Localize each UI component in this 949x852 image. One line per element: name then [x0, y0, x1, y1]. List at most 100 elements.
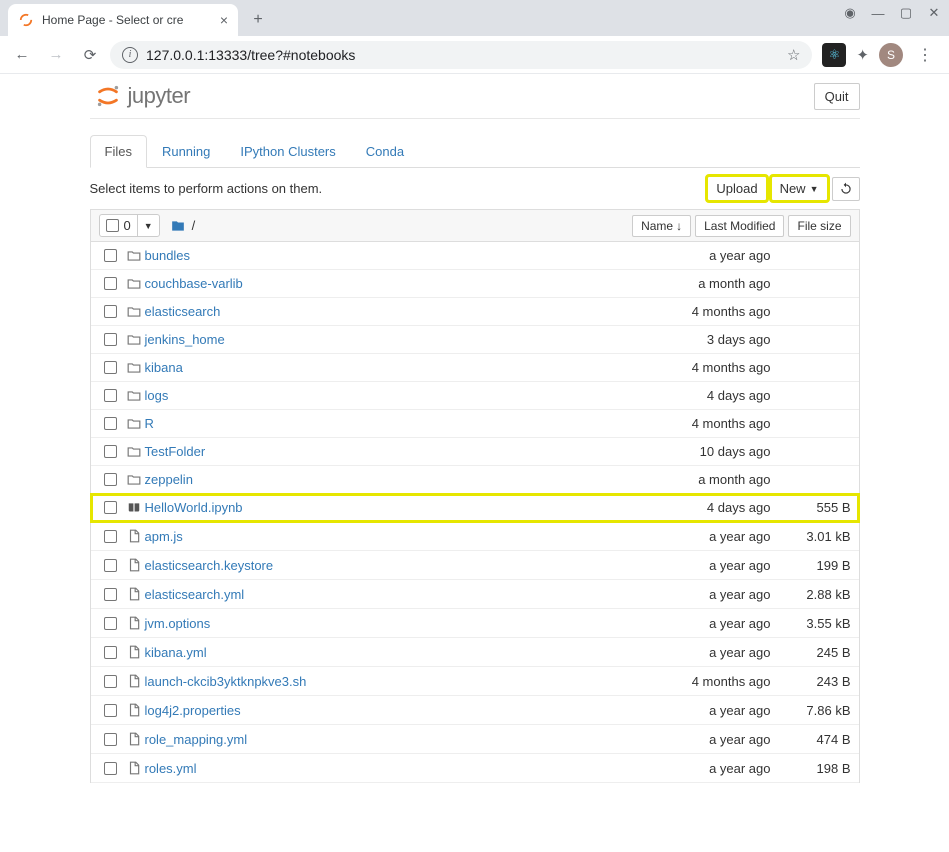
- close-icon[interactable]: ×: [220, 12, 228, 28]
- row-checkbox[interactable]: [99, 389, 123, 402]
- item-modified: 4 months ago: [631, 674, 781, 689]
- back-button[interactable]: ←: [8, 41, 36, 69]
- site-info-icon[interactable]: i: [122, 47, 138, 63]
- list-item: log4j2.propertiesa year ago7.86 kB: [91, 696, 859, 725]
- extensions-icon[interactable]: ✦: [856, 46, 869, 64]
- row-checkbox[interactable]: [99, 704, 123, 717]
- item-link[interactable]: roles.yml: [145, 761, 631, 776]
- list-item: zeppelina month ago: [91, 466, 859, 494]
- close-window-icon[interactable]: ✕: [927, 6, 941, 20]
- chevron-down-icon: ▼: [810, 184, 819, 194]
- item-link[interactable]: jvm.options: [145, 616, 631, 631]
- row-checkbox[interactable]: [99, 249, 123, 262]
- react-devtools-icon[interactable]: ⚛: [822, 43, 846, 67]
- select-all-checkbox[interactable]: 0: [100, 215, 137, 236]
- sort-modified-button[interactable]: Last Modified: [695, 215, 784, 237]
- list-item: logs4 days ago: [91, 382, 859, 410]
- list-header: 0 ▼ / Name ↓ Last Modified File size: [90, 209, 860, 242]
- new-button[interactable]: New▼: [771, 176, 828, 201]
- browser-tab[interactable]: Home Page - Select or cre ×: [8, 4, 238, 36]
- select-dropdown[interactable]: ▼: [137, 215, 159, 236]
- row-checkbox[interactable]: [99, 361, 123, 374]
- item-modified: a year ago: [631, 558, 781, 573]
- jupyter-logo[interactable]: jupyter: [94, 82, 191, 110]
- folder-icon: [123, 249, 145, 263]
- tab-conda[interactable]: Conda: [351, 135, 419, 168]
- row-checkbox[interactable]: [99, 646, 123, 659]
- item-link[interactable]: apm.js: [145, 529, 631, 544]
- sort-size-button[interactable]: File size: [788, 215, 850, 237]
- item-link[interactable]: kibana: [145, 360, 631, 375]
- url-input[interactable]: i 127.0.0.1:13333/tree?#notebooks ☆: [110, 41, 812, 69]
- folder-icon: [123, 333, 145, 347]
- minimize-icon[interactable]: —: [871, 6, 885, 20]
- item-link[interactable]: HelloWorld.ipynb: [145, 500, 631, 515]
- list-item: elasticsearch4 months ago: [91, 298, 859, 326]
- row-checkbox[interactable]: [99, 445, 123, 458]
- folder-icon: [123, 277, 145, 291]
- row-checkbox[interactable]: [99, 733, 123, 746]
- reload-button[interactable]: ⟳: [76, 41, 104, 69]
- item-link[interactable]: kibana.yml: [145, 645, 631, 660]
- item-link[interactable]: jenkins_home: [145, 332, 631, 347]
- row-checkbox[interactable]: [99, 559, 123, 572]
- item-link[interactable]: elasticsearch: [145, 304, 631, 319]
- breadcrumb-root: /: [192, 218, 196, 233]
- list-item: elasticsearch.ymla year ago2.88 kB: [91, 580, 859, 609]
- row-checkbox[interactable]: [99, 473, 123, 486]
- file-icon: [123, 557, 145, 573]
- item-link[interactable]: log4j2.properties: [145, 703, 631, 718]
- selected-count: 0: [124, 218, 131, 233]
- bookmark-icon[interactable]: ☆: [787, 46, 800, 64]
- row-checkbox[interactable]: [99, 305, 123, 318]
- item-link[interactable]: R: [145, 416, 631, 431]
- instructions-text: Select items to perform actions on them.: [90, 181, 323, 196]
- item-modified: 4 days ago: [631, 388, 781, 403]
- sort-name-button[interactable]: Name ↓: [632, 215, 691, 237]
- list-item: launch-ckcib3yktknpkve3.sh4 months ago24…: [91, 667, 859, 696]
- list-item: TestFolder10 days ago: [91, 438, 859, 466]
- row-checkbox[interactable]: [99, 530, 123, 543]
- quit-button[interactable]: Quit: [814, 83, 860, 110]
- maximize-icon[interactable]: ▢: [899, 6, 913, 20]
- breadcrumb[interactable]: /: [170, 218, 196, 233]
- row-checkbox[interactable]: [99, 501, 123, 514]
- row-checkbox[interactable]: [99, 588, 123, 601]
- jupyter-logo-icon: [94, 82, 122, 110]
- list-item: apm.jsa year ago3.01 kB: [91, 522, 859, 551]
- item-link[interactable]: elasticsearch.keystore: [145, 558, 631, 573]
- item-link[interactable]: TestFolder: [145, 444, 631, 459]
- list-item: role_mapping.ymla year ago474 B: [91, 725, 859, 754]
- item-size: 474 B: [781, 732, 851, 747]
- new-tab-button[interactable]: +: [244, 6, 272, 34]
- item-link[interactable]: zeppelin: [145, 472, 631, 487]
- refresh-button[interactable]: [832, 177, 860, 201]
- profile-avatar[interactable]: S: [879, 43, 903, 67]
- folder-icon: [123, 389, 145, 403]
- tab-running[interactable]: Running: [147, 135, 225, 168]
- row-checkbox[interactable]: [99, 333, 123, 346]
- item-link[interactable]: launch-ckcib3yktknpkve3.sh: [145, 674, 631, 689]
- item-link[interactable]: bundles: [145, 248, 631, 263]
- chrome-menu-icon[interactable]: ⋮: [913, 45, 937, 65]
- file-icon: [123, 528, 145, 544]
- row-checkbox[interactable]: [99, 617, 123, 630]
- item-modified: 3 days ago: [631, 332, 781, 347]
- row-checkbox[interactable]: [99, 762, 123, 775]
- item-link[interactable]: role_mapping.yml: [145, 732, 631, 747]
- item-link[interactable]: couchbase-varlib: [145, 276, 631, 291]
- item-modified: a month ago: [631, 276, 781, 291]
- tab-files[interactable]: Files: [90, 135, 147, 168]
- row-checkbox[interactable]: [99, 277, 123, 290]
- forward-button[interactable]: →: [42, 41, 70, 69]
- folder-icon: [123, 305, 145, 319]
- item-size: 3.55 kB: [781, 616, 851, 631]
- upload-button[interactable]: Upload: [707, 176, 766, 201]
- item-link[interactable]: elasticsearch.yml: [145, 587, 631, 602]
- tab-ipython-clusters[interactable]: IPython Clusters: [225, 135, 350, 168]
- jupyter-header: jupyter Quit: [90, 74, 860, 119]
- item-link[interactable]: logs: [145, 388, 631, 403]
- row-checkbox[interactable]: [99, 675, 123, 688]
- row-checkbox[interactable]: [99, 417, 123, 430]
- item-size: 3.01 kB: [781, 529, 851, 544]
